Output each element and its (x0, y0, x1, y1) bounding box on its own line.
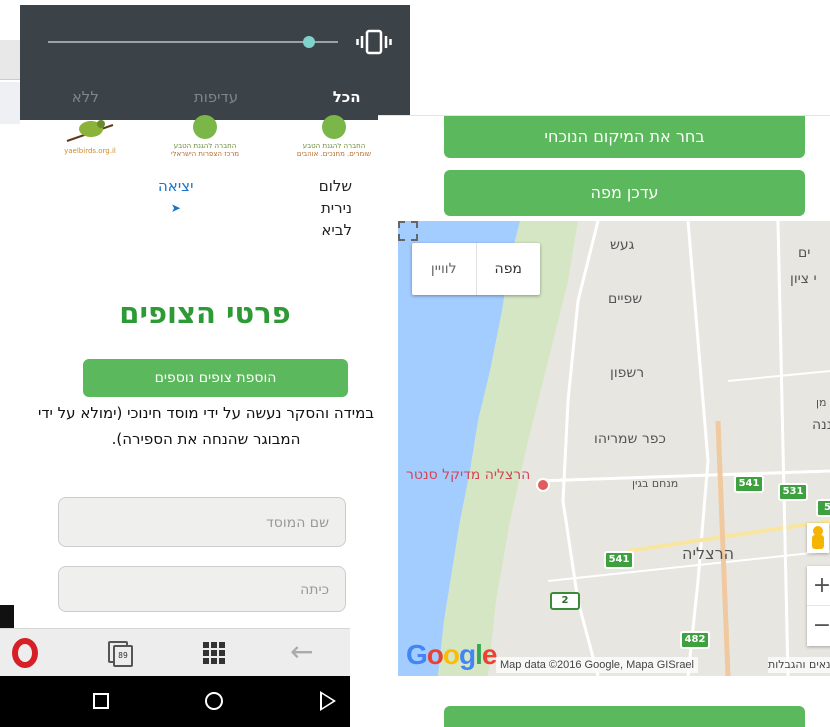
home-icon[interactable] (205, 692, 223, 710)
bird-icon (66, 120, 114, 142)
leaf-emblem-icon (322, 115, 346, 139)
map-label: כפר שמריהו (594, 431, 666, 447)
class-input[interactable]: כיתה (58, 566, 346, 612)
update-map-button[interactable]: עדכן מפה (444, 170, 805, 216)
greeting-line: נירית (320, 199, 352, 217)
partner-logos: yaelbirds.org.il החברה להגנת הטבע מרכז ה… (50, 115, 380, 165)
road-shield: 541 (604, 551, 634, 569)
map-type-satellite[interactable]: לוויין (412, 243, 477, 295)
map-city-label: הרצליה (682, 544, 735, 563)
tab-all[interactable]: הכל (281, 85, 410, 109)
map-label: שפיים (608, 291, 643, 307)
browser-bottom-bar: 89 ← (0, 628, 350, 676)
road-shield: 53 (816, 499, 830, 517)
volume-slider-track[interactable] (48, 41, 338, 43)
google-map[interactable]: מפה לוויין געש שפיים רשפון כפר שמריהו מנ… (398, 221, 830, 676)
spni-logo-text: החברה להגנת הטבע (302, 142, 366, 150)
volume-mode-tabs: הכל עדיפות ללא (20, 85, 410, 109)
spni-birding-logo: החברה להגנת הטבע מרכז הצפרות הישראלי (160, 115, 250, 158)
browser-address-strip (0, 40, 20, 80)
map-type-control: מפה לוויין (412, 243, 540, 295)
tab-count: 89 (113, 645, 133, 667)
map-label: ים (798, 245, 811, 261)
spni-logo: החברה להגנת הטבע שומרים. מחנכים. אוהבים (288, 115, 380, 158)
road-shield: 531 (778, 483, 808, 501)
street-view-pegman-icon[interactable] (807, 523, 829, 553)
add-observers-button[interactable]: הוספת צופים נוספים (83, 359, 348, 397)
browser-strip (0, 82, 20, 124)
user-greeting: שלום נירית לביא (319, 175, 352, 241)
zoom-in-button[interactable]: + (807, 566, 830, 606)
choose-current-location-button[interactable]: בחר את המיקום הנוכחי (444, 116, 805, 158)
bird-logo-text: yaelbirds.org.il (64, 147, 116, 155)
road-shield: 541 (734, 475, 764, 493)
google-logo: Google (406, 639, 497, 670)
tab-priority[interactable]: עדיפות (151, 85, 282, 109)
map-label: געש (610, 237, 635, 253)
back-triangle-icon[interactable] (320, 691, 336, 711)
tabs-icon[interactable]: 89 (108, 641, 136, 667)
spni-logo-subtext: מרכז הצפרות הישראלי (170, 150, 240, 158)
fullscreen-icon[interactable] (398, 221, 418, 241)
volume-panel: הכל עדיפות ללא (20, 5, 410, 120)
map-label: י ציון (790, 271, 817, 287)
bird-logo: yaelbirds.org.il (50, 115, 130, 155)
hospital-label[interactable]: הרצליה מדיקל סנטר (406, 467, 530, 483)
back-arrow-icon[interactable]: ← (290, 637, 313, 667)
map-attribution: Map data ©2016 Google, Mapa GISrael (496, 657, 698, 673)
zoom-control: + − (807, 566, 830, 646)
page-title: פרטי הצופים (119, 296, 291, 330)
greeting-line: שלום (318, 177, 352, 195)
vibrate-icon[interactable] (356, 29, 392, 55)
road-shield: 482 (680, 631, 710, 649)
map-label: רשפון (610, 365, 645, 381)
spni-logo-subtext: שומרים. מחנכים. אוהבים (296, 150, 372, 158)
spni-logo-text: החברה להגנת הטבע (173, 142, 237, 150)
speed-dial-icon[interactable] (203, 642, 225, 664)
opera-menu-icon[interactable] (12, 638, 38, 668)
institution-info-text: במידה והסקר נעשה על ידי מוסד חינוכי (ימו… (37, 404, 375, 448)
logout-label[interactable]: יציאה (158, 175, 193, 197)
recents-icon[interactable] (93, 693, 109, 709)
map-label: מן (816, 396, 827, 409)
sign-out-icon[interactable]: ➤ (158, 197, 193, 219)
tab-none[interactable]: ללא (20, 85, 151, 109)
android-navigation-bar (0, 676, 350, 727)
road-shield: 2 (550, 592, 580, 610)
institution-name-input[interactable]: שם המוסד (58, 497, 346, 547)
map-label: ננה (812, 417, 830, 433)
hospital-pin-icon[interactable] (536, 478, 550, 492)
zoom-out-button[interactable]: − (807, 606, 830, 646)
map-label: מנחם בגין (632, 477, 679, 490)
screenshot-composite: הכל עדיפות ללא yaelbirds.org.il החברה לה… (0, 0, 830, 727)
logout-link[interactable]: יציאה ➤ (158, 175, 193, 219)
terms-link[interactable]: תנאים והגבלות (768, 657, 830, 673)
map-type-map[interactable]: מפה (477, 243, 541, 295)
location-map-screen: בחר את המיקום הנוכחי עדכן מפה מפה לוויין… (378, 115, 830, 727)
observers-details-screen: הכל עדיפות ללא yaelbirds.org.il החברה לה… (0, 0, 410, 727)
volume-slider-knob[interactable] (303, 36, 315, 48)
greeting-line: לביא (321, 221, 352, 239)
leaf-emblem-icon (193, 115, 217, 139)
continue-button[interactable] (444, 706, 805, 727)
